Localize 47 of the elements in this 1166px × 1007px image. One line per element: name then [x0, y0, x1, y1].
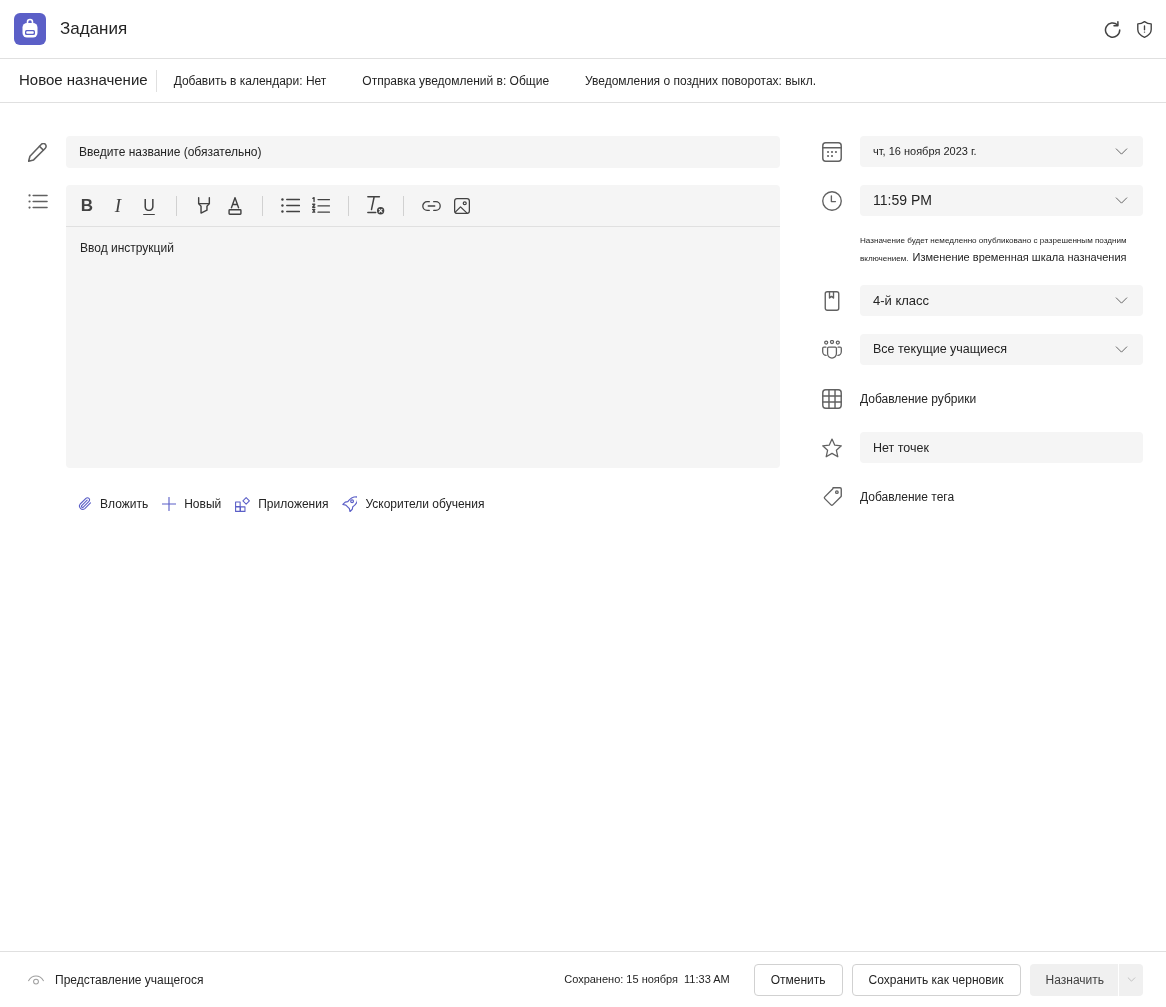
backpack-icon	[14, 13, 46, 45]
setting-link[interactable]: Добавить в календари: Нет	[173, 71, 327, 90]
app-title: Задания	[60, 18, 128, 41]
underline-button[interactable]: U	[137, 193, 161, 218]
tag-icon	[822, 486, 842, 507]
save-status: Сохранено: 15 ноября	[564, 972, 679, 988]
add-tag-link[interactable]: Добавление тега	[860, 487, 955, 506]
save-time: 11:33 AM	[684, 972, 730, 988]
points-field[interactable]: Нет точек	[860, 432, 1143, 463]
link-icon[interactable]	[421, 200, 441, 211]
font-color-icon[interactable]	[228, 196, 242, 215]
list-icon	[28, 194, 48, 209]
apps-icon[interactable]	[235, 496, 251, 512]
category-dropdown[interactable]: 4-й класс	[860, 285, 1143, 316]
apps-button[interactable]: Приложения	[235, 495, 329, 513]
setting-link[interactable]: Уведомления о поздних поворотах: выкл.	[585, 71, 816, 90]
date-dropdown[interactable]: чт, 16 ноября 2023 г.	[860, 136, 1143, 167]
setting-link[interactable]: Отправка уведомлений в: Общие	[362, 71, 550, 90]
page-title: Новое назначение	[19, 70, 148, 91]
attach-button[interactable]: Вложить	[78, 495, 149, 513]
cancel-button[interactable]: Отменить	[753, 963, 843, 996]
time-dropdown[interactable]: 11:59 PM	[860, 185, 1143, 216]
highlighter-icon[interactable]	[197, 196, 211, 215]
timeline-link[interactable]: Изменение временная шкала назначения	[912, 251, 1127, 263]
publish-notice: Назначение будет немедленно опубликовано с разрешенным поздним включением. Изменение временная шкала назначения	[860, 235, 1128, 265]
notebook-icon	[822, 290, 842, 311]
star-icon	[822, 437, 842, 458]
instructions-field[interactable]: Ввод инструкций	[66, 227, 780, 468]
italic-button[interactable]: I	[106, 193, 130, 218]
add-rubric-link[interactable]: Добавление рубрики	[860, 389, 977, 408]
pencil-icon	[28, 142, 47, 162]
clock-icon	[822, 190, 842, 211]
rocket-icon[interactable]	[342, 496, 358, 512]
students-dropdown[interactable]: Все текущие учащиеся	[860, 334, 1143, 365]
shield-icon[interactable]	[1137, 20, 1152, 38]
accelerators-button[interactable]: Ускорители обучения	[342, 495, 485, 513]
new-button[interactable]: Новый	[162, 495, 222, 513]
bullet-list-icon[interactable]	[280, 198, 300, 213]
grid-icon	[822, 388, 842, 409]
people-icon	[822, 339, 842, 360]
calendar-icon	[822, 141, 842, 162]
refresh-icon[interactable]	[1104, 20, 1121, 38]
bold-button[interactable]: B	[75, 193, 99, 218]
student-view-button[interactable]: Представление учащегося	[28, 970, 204, 989]
title-field[interactable]: Введите название (обязательно)	[66, 136, 780, 168]
paperclip-icon[interactable]	[78, 496, 92, 512]
save-draft-button[interactable]: Сохранить как черновик	[851, 963, 1021, 996]
